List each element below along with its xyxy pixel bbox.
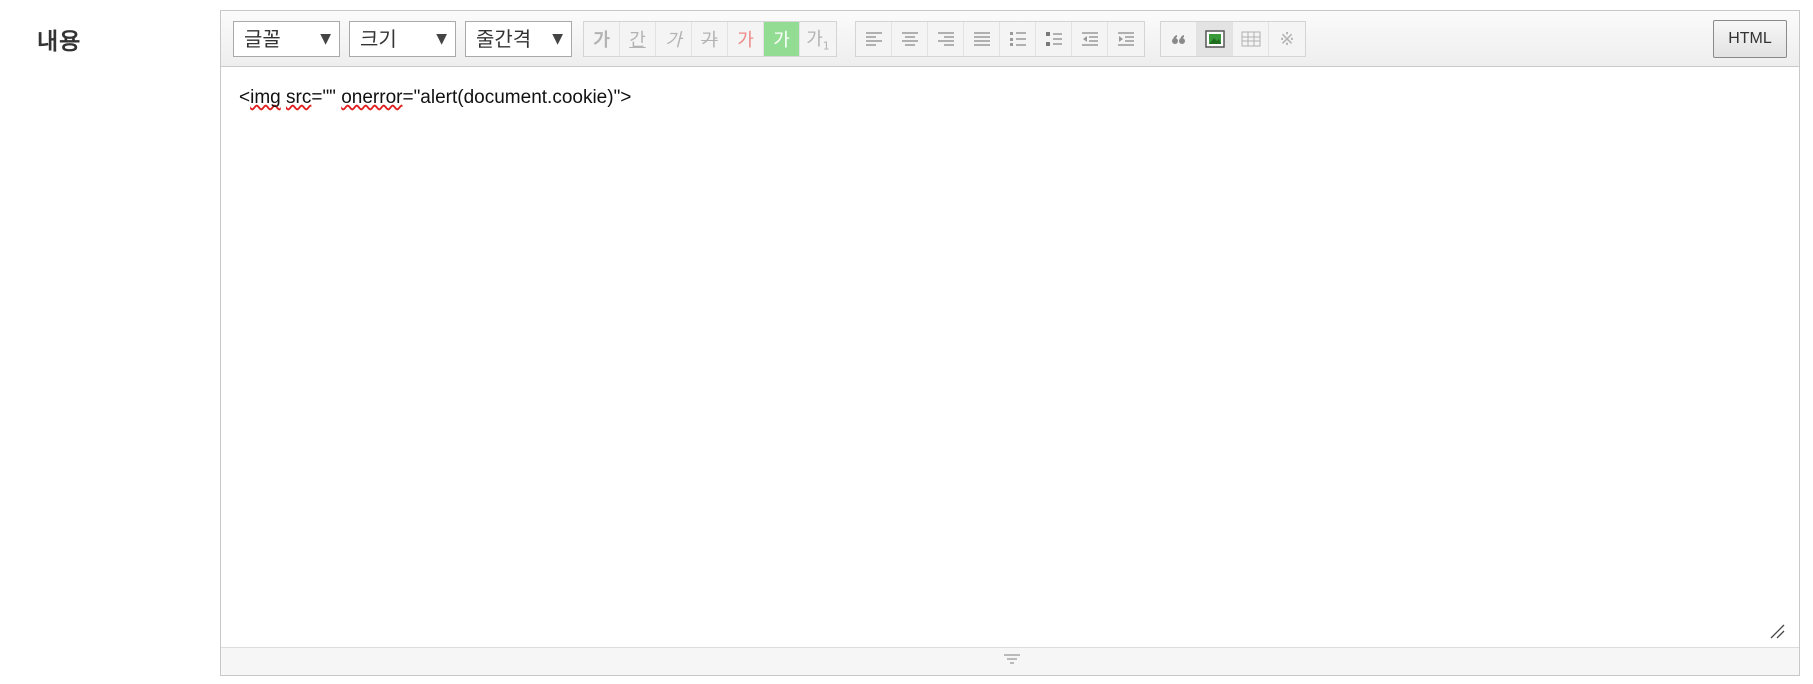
content-segment: ="alert(document.cookie)"> bbox=[402, 87, 632, 108]
font-color-icon: 가 bbox=[737, 30, 754, 51]
resize-handle-icon[interactable] bbox=[1769, 623, 1785, 639]
spellcheck-word: img bbox=[250, 87, 281, 108]
html-mode-button[interactable]: HTML bbox=[1713, 20, 1787, 58]
font-size-select[interactable]: 크기 ▼ bbox=[349, 21, 456, 57]
text-format-group: 가 간 가 가 가 가 가1 bbox=[583, 21, 837, 57]
insert-group: ※ bbox=[1160, 21, 1306, 57]
editor-footer bbox=[221, 647, 1799, 675]
align-right-icon bbox=[937, 32, 954, 46]
subscript-mark: 1 bbox=[822, 39, 830, 53]
bold-icon: 가 bbox=[593, 30, 610, 51]
italic-button[interactable]: 가 bbox=[656, 22, 692, 56]
spellcheck-word: onerror bbox=[341, 87, 403, 108]
special-character-button[interactable]: ※ bbox=[1269, 22, 1305, 56]
rich-text-editor: 글꼴 ▼ 크기 ▼ 줄간격 ▼ 가 간 가 가 가 가 가1 ※ HTML <i… bbox=[220, 10, 1800, 676]
outdent-button[interactable] bbox=[1072, 22, 1108, 56]
strikethrough-icon: 가 bbox=[701, 30, 718, 51]
indent-icon bbox=[1118, 32, 1134, 46]
blockquote-button[interactable] bbox=[1161, 22, 1197, 56]
special-character-icon: ※ bbox=[1279, 28, 1295, 50]
content-segment: < bbox=[239, 87, 251, 108]
editor-content-area[interactable]: <img src="" onerror="alert(document.cook… bbox=[221, 67, 1799, 649]
editor-toolbar: 글꼴 ▼ 크기 ▼ 줄간격 ▼ 가 간 가 가 가 가 가1 ※ HTML bbox=[221, 11, 1799, 67]
insert-table-button[interactable] bbox=[1233, 22, 1269, 56]
align-left-icon bbox=[865, 32, 882, 46]
font-color-button[interactable]: 가 bbox=[728, 22, 764, 56]
bold-button[interactable]: 가 bbox=[584, 22, 620, 56]
line-height-select[interactable]: 줄간격 ▼ bbox=[465, 21, 572, 57]
ordered-list-icon bbox=[1009, 32, 1026, 46]
unordered-list-button[interactable] bbox=[1036, 22, 1072, 56]
resize-grip-icon[interactable] bbox=[1002, 652, 1022, 666]
align-center-icon bbox=[901, 32, 918, 46]
dropdown-arrow-icon: ▼ bbox=[552, 31, 563, 47]
align-center-button[interactable] bbox=[892, 22, 928, 56]
content-text: <img src="" onerror="alert(document.cook… bbox=[239, 87, 631, 108]
content-segment: ="" bbox=[311, 87, 342, 108]
indent-button[interactable] bbox=[1108, 22, 1144, 56]
italic-icon: 가 bbox=[665, 30, 682, 51]
background-color-icon: 가 bbox=[773, 30, 790, 51]
subscript-button[interactable]: 가1 bbox=[800, 22, 836, 56]
underline-icon: 간 bbox=[629, 30, 646, 51]
dropdown-arrow-icon: ▼ bbox=[436, 31, 447, 47]
font-size-select-label: 크기 bbox=[360, 27, 397, 51]
dropdown-arrow-icon: ▼ bbox=[320, 31, 331, 47]
spellcheck-word: src bbox=[286, 87, 312, 108]
subscript-icon: 가1 bbox=[806, 25, 830, 53]
content-field-label: 내용 bbox=[37, 29, 82, 55]
subscript-glyph: 가 bbox=[806, 29, 823, 51]
font-family-select[interactable]: 글꼴 ▼ bbox=[233, 21, 340, 57]
ordered-list-button[interactable] bbox=[1000, 22, 1036, 56]
quote-icon bbox=[1171, 35, 1185, 44]
font-family-select-label: 글꼴 bbox=[244, 27, 281, 51]
underline-button[interactable]: 간 bbox=[620, 22, 656, 56]
line-height-select-label: 줄간격 bbox=[476, 27, 532, 51]
insert-image-button[interactable] bbox=[1197, 22, 1233, 56]
image-icon bbox=[1204, 30, 1225, 48]
table-icon bbox=[1241, 31, 1260, 47]
background-color-button[interactable]: 가 bbox=[764, 22, 800, 56]
strikethrough-button[interactable]: 가 bbox=[692, 22, 728, 56]
align-left-button[interactable] bbox=[856, 22, 892, 56]
align-justify-button[interactable] bbox=[964, 22, 1000, 56]
align-justify-icon bbox=[973, 32, 990, 46]
unordered-list-icon bbox=[1045, 32, 1062, 46]
alignment-group bbox=[855, 21, 1145, 57]
outdent-icon bbox=[1081, 32, 1098, 46]
align-right-button[interactable] bbox=[928, 22, 964, 56]
